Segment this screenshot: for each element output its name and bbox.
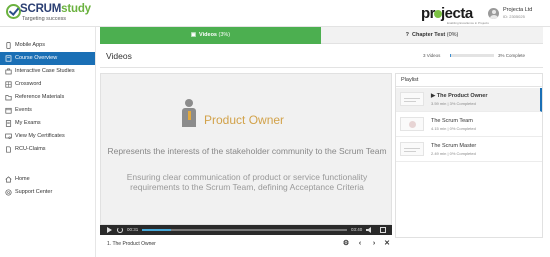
slide-title: Product Owner [204, 113, 285, 127]
playlist-item-meta: 2.49 min | 0% Completed [431, 151, 476, 156]
playlist-item-meta: 4.15 min | 0% Completed [431, 126, 476, 131]
sidebar-item-mobile-apps[interactable]: Mobile Apps [0, 39, 95, 52]
projecta-tagline: Enabling Excellence in Projects [447, 21, 489, 25]
sidebar-item-events[interactable]: Events [0, 104, 95, 117]
fullscreen-icon[interactable] [380, 227, 386, 233]
playlist-item-title: The Scrum Team [431, 118, 473, 124]
total-time: 03:40 [351, 227, 363, 232]
playlist-item-title: ▶ The Product Owner [431, 93, 488, 99]
user-name: Projecta Ltd [503, 7, 533, 13]
previous-chevron-icon[interactable]: ‹ [355, 239, 365, 249]
case-study-icon [5, 68, 12, 75]
playlist-item-meta: 3.59 min | 3% Completed [431, 101, 476, 106]
sidebar-item-reference-materials[interactable]: Reference Materials [0, 91, 95, 104]
tab-chapter-test[interactable]: ? Chapter Test (0%) [321, 27, 543, 44]
mobile-icon [5, 42, 12, 49]
video-icon: ▣ [190, 32, 197, 38]
avatar-icon [488, 8, 499, 19]
slide-description-2: Ensuring clear communication of product … [126, 172, 368, 192]
calendar-icon [5, 107, 12, 114]
current-time: 00:31 [127, 227, 139, 232]
top-header: SCRUMstudy Targeting success pr jecta Ena… [0, 0, 550, 27]
course-progress-bar [450, 54, 494, 57]
book-icon [5, 55, 12, 62]
sidebar: Mobile Apps Course Overview Interactive … [0, 27, 96, 257]
next-chevron-icon[interactable]: › [369, 239, 379, 249]
playlist-item-product-owner[interactable]: ▶ The Product Owner 3.59 min | 3% Comple… [396, 88, 542, 112]
seek-bar-fill [142, 229, 171, 231]
sidebar-item-my-exams[interactable]: My Exams [0, 117, 95, 130]
claims-icon [5, 146, 12, 153]
seek-bar[interactable] [142, 229, 347, 231]
playlist-item-scrum-master[interactable]: The Scrum Master 2.49 min | 0% Completed [396, 138, 542, 162]
sidebar-item-course-overview[interactable]: Course Overview [0, 52, 95, 65]
folder-icon [5, 94, 12, 101]
current-video-title: 1. The Product Owner [107, 241, 156, 247]
playlist-item-title: The Scrum Master [431, 143, 477, 149]
user-id: ID: 2305025 [503, 14, 525, 19]
section-title: Videos [106, 51, 132, 61]
support-icon [5, 189, 12, 196]
slide-description-1: Represents the interests of the stakehol… [107, 146, 387, 156]
crossword-icon [5, 81, 12, 88]
logo-text: SCRUMstudy [20, 3, 91, 15]
video-controls: 00:31 03:40 [100, 225, 392, 235]
tab-videos[interactable]: ▣ Videos (3%) [100, 27, 321, 44]
sidebar-item-support-center[interactable]: Support Center [0, 186, 95, 199]
logo-check-icon [6, 4, 21, 19]
playlist-panel: Playlist ▶ The Product Owner 3.59 min | … [395, 73, 543, 238]
projecta-logo: pr jecta Enabling Excellence in Projects [421, 5, 489, 25]
course-progress-fill [450, 54, 452, 57]
playlist-item-scrum-team[interactable]: The Scrum Team 4.15 min | 0% Completed [396, 113, 542, 137]
close-icon[interactable]: ✕ [382, 239, 392, 249]
video-thumbnail [400, 117, 424, 131]
video-thumbnail [400, 142, 424, 156]
videos-section-header: Videos 3 Videos 3% Complete [100, 44, 543, 68]
sidebar-item-rcu-claims[interactable]: RCU-Claims [0, 143, 95, 156]
video-count: 3 Videos [423, 53, 441, 58]
sidebar-item-view-my-certificates[interactable]: View My Certificates [0, 130, 95, 143]
volume-icon[interactable] [366, 227, 373, 233]
scrumstudy-logo[interactable]: SCRUMstudy Targeting success [6, 3, 96, 25]
product-owner-figure-icon [182, 99, 196, 127]
settings-gear-icon[interactable]: ⚙ [341, 239, 351, 249]
content-tabs: ▣ Videos (3%) ? Chapter Test (0%) [100, 27, 543, 44]
certificate-icon [5, 133, 12, 140]
home-icon [5, 176, 12, 183]
user-menu[interactable]: Projecta Ltd ID: 2305025 [488, 7, 548, 23]
question-icon: ? [405, 32, 409, 38]
play-icon[interactable] [107, 227, 112, 233]
video-footer: 1. The Product Owner ⚙ ‹ › ✕ [100, 237, 392, 251]
logo-tagline: Targeting success [22, 16, 67, 22]
video-player[interactable]: Product Owner Represents the interests o… [100, 73, 392, 225]
progress-label: 3% Complete [498, 53, 526, 58]
video-thumbnail [400, 92, 424, 106]
replay-icon[interactable] [117, 227, 123, 233]
sidebar-item-crossword[interactable]: Crossword [0, 78, 95, 91]
sidebar-item-interactive-case-studies[interactable]: Interactive Case Studies [0, 65, 95, 78]
playlist-heading: Playlist [396, 74, 542, 87]
exam-icon [5, 120, 12, 127]
sidebar-item-home[interactable]: Home [0, 173, 95, 186]
